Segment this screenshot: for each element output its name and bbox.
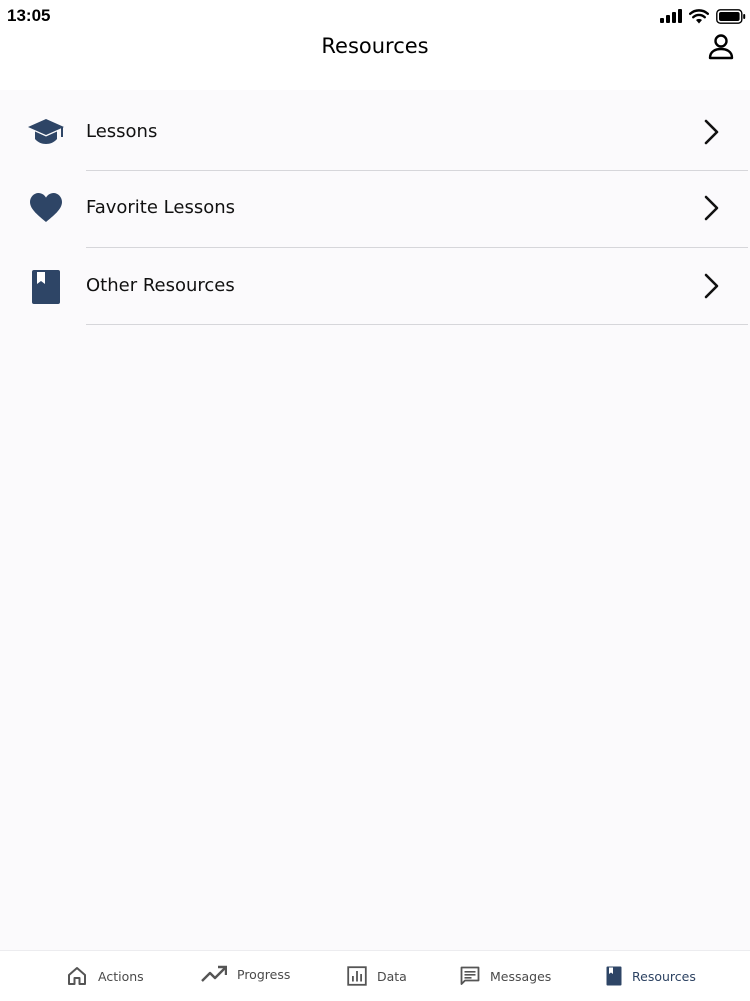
tab-actions[interactable]: Actions [66, 963, 144, 989]
bar-chart-icon [347, 966, 367, 986]
tab-label: Messages [490, 968, 552, 984]
graduation-cap-icon [26, 112, 66, 152]
bookmark-book-icon [26, 267, 66, 307]
tab-label: Actions [98, 968, 144, 984]
header: Resources [0, 30, 750, 90]
chevron-right-icon [700, 193, 724, 223]
tab-label: Progress [237, 966, 291, 982]
battery-icon [716, 8, 746, 24]
list-item-label: Lessons [86, 121, 158, 142]
user-icon [708, 34, 734, 60]
heart-icon [26, 188, 66, 228]
chevron-right-icon [700, 271, 724, 301]
status-time: 13:05 [7, 6, 51, 25]
tab-data[interactable]: Data [347, 963, 407, 989]
signal-icon [660, 9, 682, 23]
chevron-right-icon [700, 117, 724, 147]
bottom-tab-bar: Actions Progress Data Messages Resources [0, 950, 750, 1001]
page-title: Resources [321, 34, 429, 58]
tab-progress[interactable]: Progress [201, 961, 290, 987]
list-item-favorite-lessons[interactable]: Favorite Lessons [0, 171, 750, 248]
divider [86, 324, 748, 325]
resources-list: Lessons Favorite Lessons Other Resources [0, 94, 750, 325]
list-item-label: Favorite Lessons [86, 197, 235, 218]
book-icon [606, 966, 622, 986]
profile-button[interactable] [706, 32, 736, 62]
status-icons [660, 6, 746, 26]
tab-resources[interactable]: Resources [606, 963, 696, 989]
list-item-label: Other Resources [86, 275, 235, 296]
home-icon [68, 967, 86, 985]
tab-label: Resources [632, 968, 696, 984]
tab-label: Data [377, 968, 407, 984]
trending-up-icon [201, 965, 227, 982]
tab-messages[interactable]: Messages [460, 963, 551, 989]
message-icon [460, 966, 480, 985]
wifi-icon [689, 8, 709, 23]
list-item-other-resources[interactable]: Other Resources [0, 248, 750, 325]
list-item-lessons[interactable]: Lessons [0, 94, 750, 171]
status-bar: 13:05 [0, 0, 750, 34]
